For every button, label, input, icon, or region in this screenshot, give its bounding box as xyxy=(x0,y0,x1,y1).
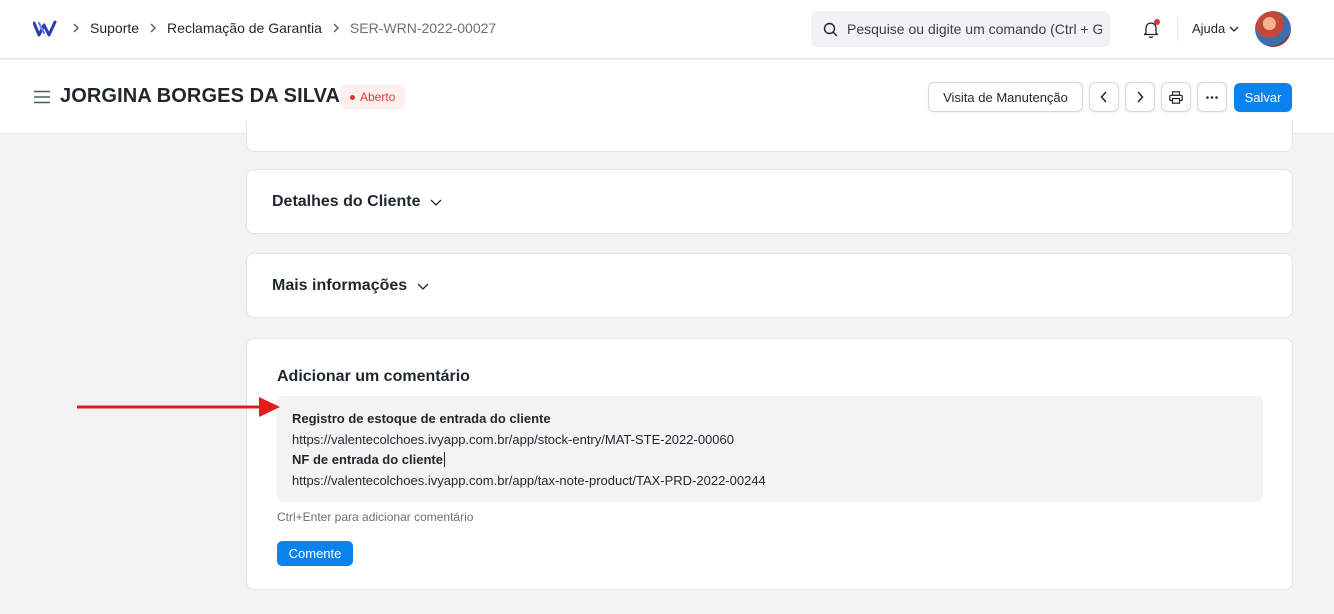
submit-comment-button[interactable]: Comente xyxy=(277,541,353,566)
ellipsis-icon xyxy=(1206,95,1218,99)
app-logo-icon[interactable] xyxy=(33,20,57,38)
comment-editor[interactable]: Registro de estoque de entrada do client… xyxy=(277,396,1263,502)
printer-icon xyxy=(1169,90,1183,104)
avatar[interactable] xyxy=(1255,11,1291,47)
breadcrumb: Suporte Reclamação de Garantia SER-WRN-2… xyxy=(70,20,504,36)
search-input[interactable]: Pesquise ou digite um comando (Ctrl + G xyxy=(811,11,1110,47)
help-label: Ajuda xyxy=(1192,21,1226,36)
chevron-right-icon xyxy=(149,23,157,33)
annotation-arrow-icon xyxy=(77,397,280,417)
comment-title: Adicionar um comentário xyxy=(277,368,470,385)
search-icon xyxy=(823,22,838,36)
print-button[interactable] xyxy=(1161,82,1191,112)
chevron-right-icon xyxy=(1137,91,1144,103)
previous-doc-button[interactable] xyxy=(1089,82,1119,112)
comment-hint: Ctrl+Enter para adicionar comentário xyxy=(277,510,474,524)
section-title: Mais informações xyxy=(272,277,408,294)
help-dropdown[interactable]: Ajuda xyxy=(1192,21,1239,36)
comment-line: https://valentecolchoes.ivyapp.com.br/ap… xyxy=(292,472,766,488)
comment-line: NF de entrada do cliente xyxy=(292,452,443,467)
text-cursor xyxy=(443,452,445,467)
more-info-section: Mais informações xyxy=(246,253,1293,318)
sidebar-toggle-icon[interactable] xyxy=(34,90,50,104)
previous-section-card xyxy=(246,120,1293,152)
section-toggle-customer-details[interactable]: Detalhes do Cliente xyxy=(272,193,442,211)
save-button[interactable]: Salvar xyxy=(1234,83,1292,112)
chevron-right-icon xyxy=(72,23,80,33)
notification-badge xyxy=(1154,19,1160,25)
section-title: Detalhes do Cliente xyxy=(272,193,421,210)
maintenance-visit-button[interactable]: Visita de Manutenção xyxy=(928,82,1083,112)
chevron-down-icon xyxy=(417,283,429,290)
chevron-down-icon xyxy=(431,199,442,206)
breadcrumb-reclamacao-garantia[interactable]: Reclamação de Garantia xyxy=(167,20,322,36)
chevron-left-icon xyxy=(1100,91,1107,103)
comment-line: Registro de estoque de entrada do client… xyxy=(292,411,551,426)
navbar: Suporte Reclamação de Garantia SER-WRN-2… xyxy=(0,0,1334,59)
section-toggle-more-info[interactable]: Mais informações xyxy=(272,277,429,295)
navbar-divider xyxy=(1177,17,1178,41)
page-title: JORGINA BORGES DA SILVA xyxy=(60,85,341,107)
comment-line: https://valentecolchoes.ivyapp.com.br/ap… xyxy=(292,431,734,447)
next-doc-button[interactable] xyxy=(1125,82,1155,112)
chevron-down-icon xyxy=(1229,26,1239,32)
comment-line-wrapper: NF de entrada do cliente xyxy=(292,450,1248,471)
breadcrumb-current-doc[interactable]: SER-WRN-2022-00027 xyxy=(350,20,496,36)
search-placeholder: Pesquise ou digite um comando (Ctrl + G xyxy=(847,21,1102,37)
chevron-right-icon xyxy=(332,23,340,33)
status-badge: Aberto xyxy=(340,85,406,109)
breadcrumb-suporte[interactable]: Suporte xyxy=(90,20,139,36)
customer-details-section: Detalhes do Cliente xyxy=(246,169,1293,234)
more-actions-button[interactable] xyxy=(1197,82,1227,112)
comment-section: Adicionar um comentário Registro de esto… xyxy=(246,338,1293,590)
